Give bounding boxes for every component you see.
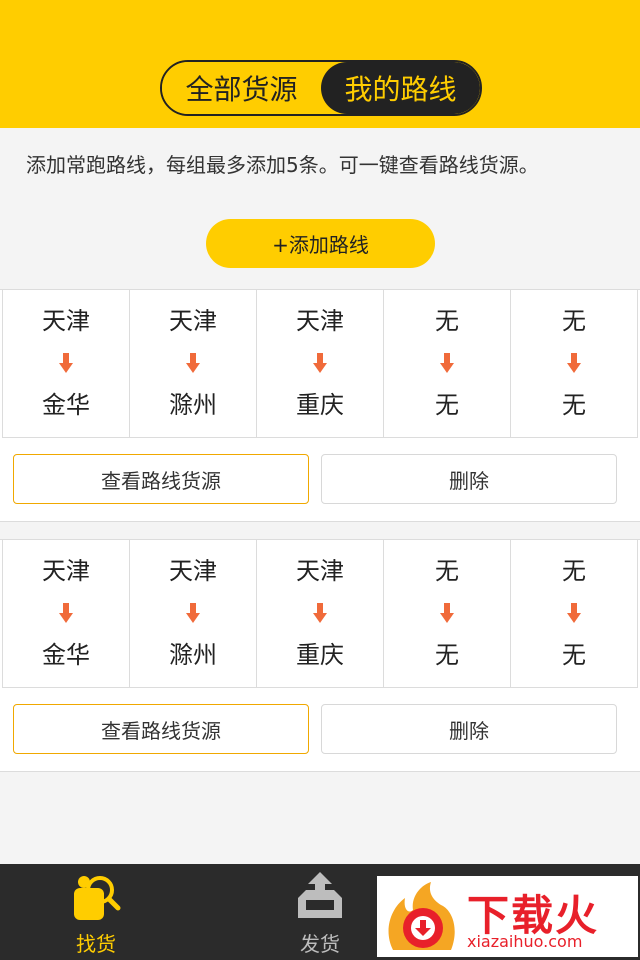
watermark-url: xiazaihuo.com: [467, 932, 583, 951]
arrow-down-icon: [313, 598, 327, 628]
route-from: 无: [435, 307, 459, 335]
hint-text: 添加常跑路线，每组最多添加5条。可一键查看路线货源。: [26, 153, 539, 177]
route-group: 天津 金华 天津 滁州 天津 重庆 无 无 无 无 查看路线货源 删除: [0, 289, 640, 522]
arrow-down-icon: [440, 348, 454, 378]
route-cell[interactable]: 天津 重庆: [256, 290, 383, 437]
send-box-icon: [292, 870, 348, 926]
route-from: 天津: [296, 557, 344, 585]
tab-find-goods[interactable]: 找货: [46, 864, 146, 960]
route-to: 金华: [42, 641, 90, 669]
route-cell[interactable]: 天津 滁州: [129, 290, 256, 437]
arrow-down-icon: [567, 348, 581, 378]
route-to: 无: [562, 391, 586, 419]
route-from: 天津: [42, 557, 90, 585]
route-to: 滁州: [169, 391, 217, 419]
route-group: 天津 金华 天津 滁州 天津 重庆 无 无 无 无 查看路线货源 删除: [0, 539, 640, 772]
add-route-button[interactable]: +添加路线: [206, 219, 435, 268]
route-from: 无: [435, 557, 459, 585]
segmented-control: 全部货源 我的路线: [160, 60, 482, 116]
route-to: 重庆: [296, 391, 344, 419]
route-cell[interactable]: 天津 重庆: [256, 540, 383, 687]
watermark-logo: 下载火 xiazaihuo.com: [377, 876, 638, 957]
route-cell[interactable]: 无 无: [383, 540, 510, 687]
route-cell[interactable]: 天津 金华: [2, 540, 129, 687]
arrow-down-icon: [186, 598, 200, 628]
route-cell[interactable]: 无 无: [510, 540, 638, 687]
route-cell[interactable]: 无 无: [383, 290, 510, 437]
route-to: 滁州: [169, 641, 217, 669]
delete-route-button[interactable]: 删除: [321, 454, 617, 504]
route-from: 天津: [42, 307, 90, 335]
tab-my-routes[interactable]: 我的路线: [321, 62, 480, 114]
flame-logo-icon: [383, 880, 461, 958]
route-to: 重庆: [296, 641, 344, 669]
route-cell[interactable]: 天津 滁州: [129, 540, 256, 687]
arrow-down-icon: [59, 348, 73, 378]
arrow-down-icon: [59, 598, 73, 628]
route-cells: 天津 金华 天津 滁州 天津 重庆 无 无 无 无: [2, 540, 638, 688]
route-to: 金华: [42, 391, 90, 419]
search-goods-icon: [68, 870, 124, 926]
arrow-down-icon: [186, 348, 200, 378]
route-from: 无: [562, 557, 586, 585]
route-from: 天津: [296, 307, 344, 335]
view-route-goods-button[interactable]: 查看路线货源: [13, 454, 309, 504]
view-route-goods-button[interactable]: 查看路线货源: [13, 704, 309, 754]
tab-all-goods[interactable]: 全部货源: [162, 62, 321, 114]
route-cell[interactable]: 无 无: [510, 290, 638, 437]
route-cells: 天津 金华 天津 滁州 天津 重庆 无 无 无 无: [2, 290, 638, 438]
route-from: 无: [562, 307, 586, 335]
route-to: 无: [562, 641, 586, 669]
route-to: 无: [435, 391, 459, 419]
route-from: 天津: [169, 307, 217, 335]
tab-find-label: 找货: [76, 932, 116, 956]
route-cell[interactable]: 天津 金华: [2, 290, 129, 437]
arrow-down-icon: [313, 348, 327, 378]
route-from: 天津: [169, 557, 217, 585]
delete-route-button[interactable]: 删除: [321, 704, 617, 754]
tab-send-goods[interactable]: 发货: [270, 864, 370, 960]
route-to: 无: [435, 641, 459, 669]
arrow-down-icon: [440, 598, 454, 628]
tab-send-label: 发货: [300, 932, 340, 956]
arrow-down-icon: [567, 598, 581, 628]
header-bar: 全部货源 我的路线: [0, 0, 640, 128]
